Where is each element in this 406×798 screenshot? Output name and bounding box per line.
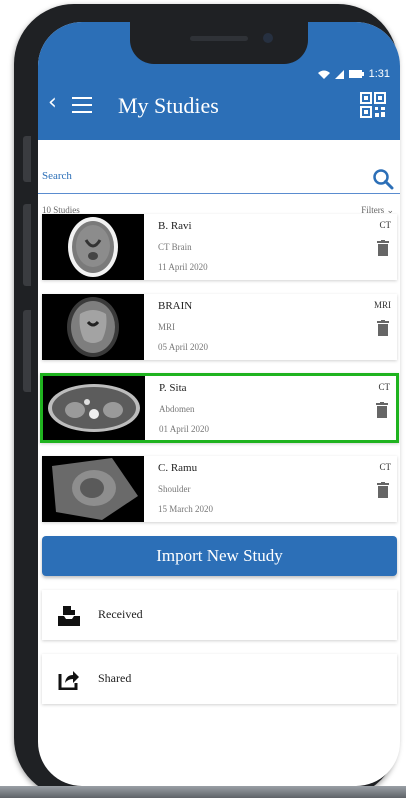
trash-icon[interactable]: [377, 320, 389, 336]
page-title: My Studies: [118, 93, 219, 118]
notch: [130, 22, 308, 64]
status-time: 1:31: [368, 68, 390, 80]
study-body-part: Abdomen: [159, 404, 195, 414]
search-input[interactable]: [42, 170, 342, 182]
screen: 1:31 ‹ My Studies Search 10 Studies Filt…: [38, 22, 400, 786]
speaker: [190, 36, 248, 41]
phone-frame: 1:31 ‹ My Studies Search 10 Studies Filt…: [14, 4, 400, 798]
ct-abdomen-thumbnail: [43, 376, 145, 440]
shared-button[interactable]: Shared: [42, 654, 397, 704]
import-new-study-button[interactable]: Import New Study: [42, 536, 397, 576]
search-icon[interactable]: [372, 168, 394, 190]
status-icons: 1:31: [317, 68, 390, 80]
study-date: 01 April 2020: [159, 424, 210, 434]
hamburger-menu-icon[interactable]: [72, 97, 92, 118]
qr-code-icon[interactable]: [360, 92, 386, 118]
inbox-icon: [58, 606, 80, 626]
share-icon: [58, 671, 79, 690]
study-patient-name: C. Ramu: [158, 462, 198, 474]
study-patient-name: P. Sita: [159, 382, 187, 394]
study-body-part: Shoulder: [158, 484, 191, 494]
study-patient-name: B. Ravi: [158, 220, 192, 232]
trash-icon[interactable]: [377, 240, 389, 256]
study-body-part: CT Brain: [158, 242, 192, 252]
study-card[interactable]: C. Ramu Shoulder 15 March 2020 CT: [42, 456, 397, 522]
mri-brain-thumbnail: [42, 294, 144, 360]
shared-label: Shared: [98, 671, 132, 685]
battery-icon: [348, 70, 364, 78]
study-date: 05 April 2020: [158, 342, 209, 352]
study-modality: MRI: [373, 300, 391, 310]
app-bar: ‹ My Studies: [38, 80, 400, 140]
study-body-part: MRI: [158, 322, 176, 332]
ct-brain-thumbnail: [42, 214, 144, 280]
side-button: [23, 136, 31, 182]
study-patient-name: BRAIN: [158, 300, 193, 312]
signal-icon: [334, 69, 344, 79]
trash-icon[interactable]: [377, 482, 389, 498]
received-button[interactable]: Received: [42, 590, 397, 640]
study-date: 11 April 2020: [158, 262, 208, 272]
study-card[interactable]: B. Ravi CT Brain 11 April 2020 CT: [42, 214, 397, 280]
study-card-selected[interactable]: P. Sita Abdomen 01 April 2020 CT: [40, 373, 399, 443]
front-camera: [263, 33, 273, 43]
study-date: 15 March 2020: [158, 504, 213, 514]
volume-up-button: [23, 204, 31, 286]
trash-icon[interactable]: [376, 402, 388, 418]
study-modality: CT: [379, 462, 391, 472]
study-card[interactable]: BRAIN MRI 05 April 2020 MRI: [42, 294, 397, 360]
study-modality: CT: [379, 220, 391, 230]
wifi-icon: [317, 70, 330, 79]
ct-shoulder-thumbnail: [42, 456, 144, 522]
volume-down-button: [23, 310, 31, 392]
back-icon[interactable]: ‹: [48, 90, 57, 115]
received-label: Received: [98, 607, 143, 621]
study-modality: CT: [378, 382, 390, 392]
phone-bottom-edge: [0, 786, 406, 798]
search-bar: [38, 162, 400, 194]
